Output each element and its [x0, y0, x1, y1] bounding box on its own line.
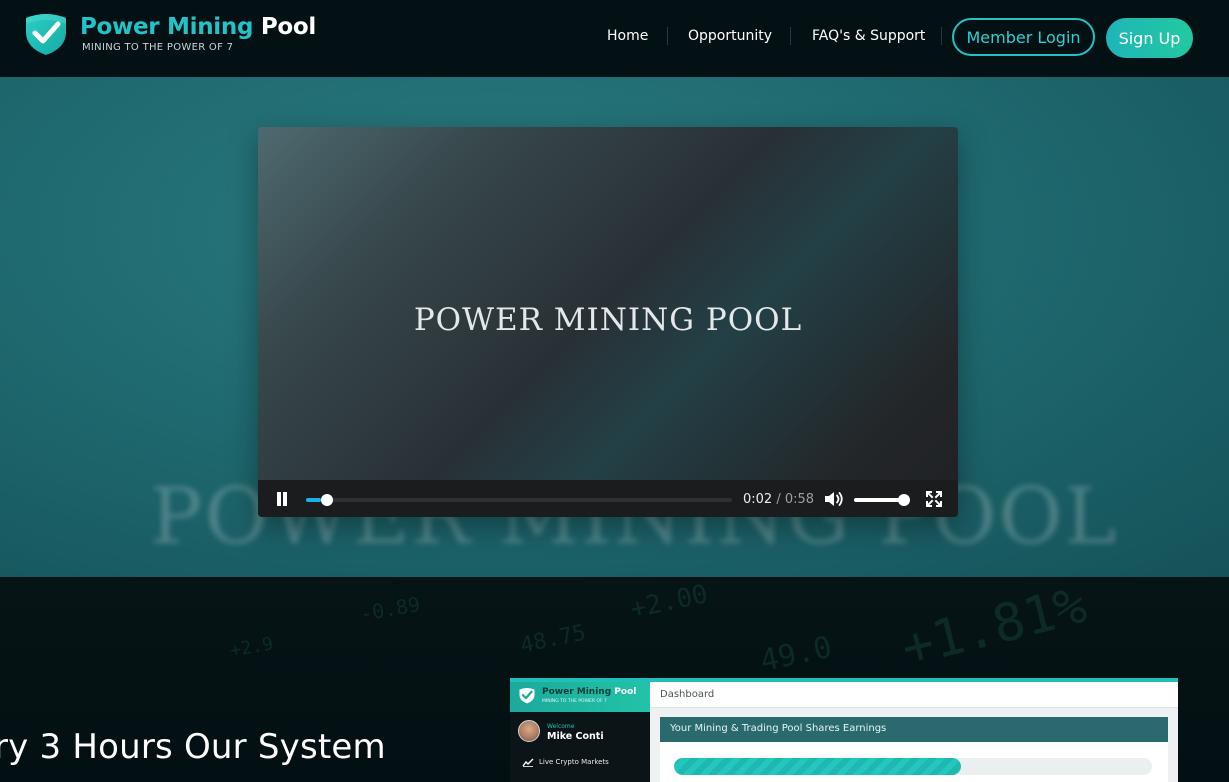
duration: 0:58	[784, 492, 815, 507]
nav-divider	[790, 27, 791, 45]
earnings-panel-title: Your Mining & Trading Pool Shares Earnin…	[670, 723, 887, 734]
shield-check-icon	[519, 688, 535, 704]
shield-check-icon	[26, 14, 66, 55]
welcome-label: Welcome	[547, 723, 575, 730]
dashboard-sidebar: Power Mining Pool MINING TO THE POWER OF…	[510, 682, 650, 782]
background-ticker: 49.0	[757, 629, 836, 680]
dashboard-brand: Power Mining Pool MINING TO THE POWER OF…	[510, 682, 650, 712]
sidebar-item-live-crypto-markets: Live Crypto Markets	[539, 758, 609, 766]
dashboard-topbar: Dashboard	[650, 682, 1178, 708]
features-section: +2.00 -0.89 48.75 +1.81% +2.9 49.0 ry 3 …	[0, 577, 1229, 782]
top-navigation-bar: Power Mining Pool MINING TO THE POWER OF…	[0, 0, 1229, 77]
nav-opportunity[interactable]: Opportunity	[688, 27, 772, 45]
background-ticker: +2.9	[228, 633, 275, 662]
section-headline: ry 3 Hours Our System	[0, 727, 386, 767]
brand-name: Power Mining Pool	[80, 13, 316, 41]
background-ticker: -0.89	[358, 591, 422, 627]
brand-logo[interactable]: Power Mining Pool MINING TO THE POWER OF…	[22, 12, 322, 58]
dashboard-brand-plain: Pool	[614, 687, 637, 697]
nav-home[interactable]: Home	[607, 27, 648, 45]
video-frame-title: POWER MINING POOL	[413, 302, 803, 338]
time-display: 0:02 / 0:58	[743, 492, 815, 507]
volume-slider[interactable]	[854, 494, 911, 506]
background-ticker: +1.81%	[895, 577, 1093, 679]
hero-section: POWER MINING POOL POWER MINING POOL 0:02…	[0, 77, 1229, 577]
seek-handle[interactable]	[320, 494, 333, 506]
nav-divider	[941, 27, 942, 45]
chart-line-icon	[522, 758, 534, 767]
brand-name-plain: Pool	[260, 14, 316, 40]
breadcrumb: Dashboard	[660, 689, 715, 700]
dashboard-brand-name: Power Mining Pool	[542, 687, 636, 697]
background-ticker: 48.75	[518, 620, 589, 659]
member-login-button[interactable]: Member Login	[952, 18, 1095, 56]
nav-faq-support[interactable]: FAQ's & Support	[812, 27, 925, 45]
earnings-panel-header: Your Mining & Trading Pool Shares Earnin…	[660, 717, 1168, 742]
earnings-progress-bar	[674, 758, 1152, 775]
sign-up-button[interactable]: Sign Up	[1106, 18, 1193, 58]
video-player[interactable]: POWER MINING POOL 0:02 / 0:58	[258, 127, 958, 517]
current-time: 0:02	[743, 492, 773, 507]
brand-tagline: MINING TO THE POWER OF 7	[82, 42, 234, 53]
dashboard-brand-accent: Power Mining	[542, 687, 612, 697]
pause-icon[interactable]	[276, 492, 288, 506]
dashboard-preview: Power Mining Pool MINING TO THE POWER OF…	[510, 678, 1178, 782]
volume-slider-fill	[854, 498, 905, 502]
earnings-panel-body	[660, 742, 1168, 782]
dashboard-main: Dashboard Your Mining & Trading Pool Sha…	[650, 682, 1178, 782]
volume-handle[interactable]	[898, 494, 911, 506]
background-ticker: +2.00	[627, 579, 711, 625]
brand-name-accent: Power Mining	[80, 14, 254, 40]
user-name: Mike Conti	[547, 731, 604, 742]
fullscreen-icon[interactable]	[926, 491, 942, 507]
seek-bar-fill	[306, 498, 321, 502]
avatar	[518, 720, 540, 742]
earnings-progress-fill	[674, 758, 961, 775]
nav-divider	[667, 27, 668, 45]
seek-bar[interactable]	[306, 494, 732, 506]
volume-icon[interactable]	[824, 491, 844, 507]
dashboard-brand-tagline: MINING TO THE POWER OF 7	[542, 699, 607, 704]
video-controls: 0:02 / 0:58	[258, 480, 958, 517]
